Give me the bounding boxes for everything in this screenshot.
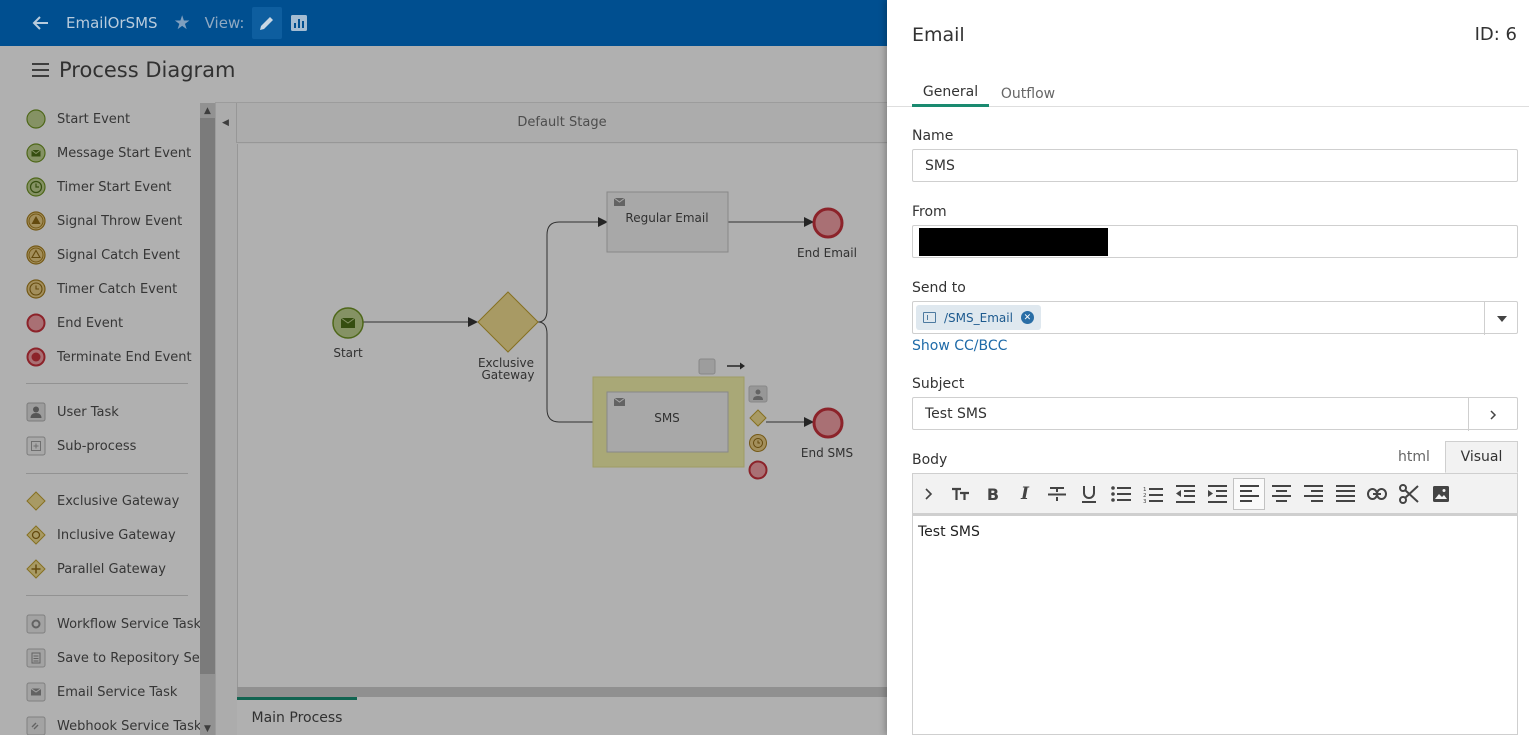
scissors-icon	[1399, 484, 1419, 504]
underline-button[interactable]	[1073, 478, 1105, 510]
cut-button[interactable]	[1393, 478, 1425, 510]
svg-text:3: 3	[1143, 499, 1147, 503]
send-to-label: Send to	[912, 280, 966, 296]
subject-label: Subject	[912, 376, 965, 392]
edit-view-button[interactable]	[252, 7, 283, 39]
tab-general[interactable]: General	[912, 80, 989, 107]
from-label: From	[912, 204, 947, 220]
bullet-list-button[interactable]	[1105, 478, 1137, 510]
link-button[interactable]	[1361, 478, 1393, 510]
align-right-button[interactable]	[1297, 478, 1329, 510]
indent-icon	[1208, 485, 1227, 503]
subject-field[interactable]: Test SMS	[912, 397, 1518, 430]
recipient-chip[interactable]: /SMS_Email ✕	[916, 305, 1041, 330]
modal-overlay[interactable]	[0, 46, 887, 735]
underline-icon	[1082, 486, 1096, 503]
tab-html[interactable]: html	[1385, 441, 1443, 473]
justify-icon	[1336, 485, 1355, 502]
align-center-button[interactable]	[1265, 478, 1297, 510]
rich-text-toolbar: B I 123	[912, 473, 1518, 514]
name-field[interactable]: SMS	[912, 149, 1518, 182]
insert-image-button[interactable]	[1425, 478, 1457, 510]
app-title: EmailOrSMS	[66, 14, 158, 32]
tab-visual[interactable]: Visual	[1445, 441, 1518, 473]
bold-icon: B	[986, 484, 1000, 504]
bullet-list-icon	[1111, 486, 1131, 502]
strikethrough-button[interactable]	[1041, 478, 1073, 510]
link-icon	[1367, 488, 1387, 500]
send-to-dropdown-button[interactable]	[1484, 302, 1518, 335]
align-center-icon	[1272, 485, 1291, 502]
body-label: Body	[912, 452, 948, 468]
remove-chip-icon[interactable]: ✕	[1020, 311, 1034, 324]
numbered-list-icon: 123	[1143, 487, 1163, 503]
back-arrow-icon[interactable]	[30, 12, 52, 34]
indent-button[interactable]	[1201, 478, 1233, 510]
element-id: ID: 6	[1474, 24, 1517, 45]
chevron-right-icon	[1490, 409, 1497, 420]
panel-title: Email	[912, 24, 965, 46]
favorite-star-icon[interactable]: ★	[174, 12, 191, 34]
caret-down-icon	[1496, 315, 1507, 322]
numbered-list-button[interactable]: 123	[1137, 478, 1169, 510]
align-left-icon	[1240, 485, 1259, 502]
properties-panel: Email ID: 6 General Outflow Name SMS Fro…	[887, 0, 1529, 735]
subject-expand-button[interactable]	[1468, 398, 1518, 431]
recipient-chip-label: /SMS_Email	[944, 310, 1013, 325]
name-label: Name	[912, 128, 954, 144]
expand-toolbar-button[interactable]	[913, 478, 945, 510]
view-label: View:	[204, 14, 245, 32]
outdent-button[interactable]	[1169, 478, 1201, 510]
body-editor[interactable]: Test SMS	[912, 514, 1518, 735]
show-cc-bcc-link[interactable]: Show CC/BCC	[912, 338, 1007, 354]
bar-chart-icon	[291, 15, 308, 31]
stats-view-button[interactable]	[284, 7, 314, 39]
font-size-icon	[952, 487, 969, 500]
variable-icon	[923, 312, 936, 323]
italic-icon: I	[1021, 484, 1029, 504]
align-right-icon	[1304, 485, 1323, 502]
justify-button[interactable]	[1329, 478, 1361, 510]
strikethrough-icon	[1048, 487, 1066, 501]
bold-button[interactable]: B	[977, 478, 1009, 510]
font-size-button[interactable]	[945, 478, 977, 510]
body-text: Test SMS	[918, 524, 980, 540]
redacted-from-value	[919, 228, 1108, 256]
image-icon	[1433, 486, 1449, 502]
pencil-icon	[260, 17, 274, 30]
tab-outflow[interactable]: Outflow	[995, 80, 1061, 107]
panel-tabs: General Outflow	[887, 80, 1529, 107]
outdent-icon	[1176, 485, 1195, 503]
align-left-button[interactable]	[1233, 478, 1265, 510]
italic-button[interactable]: I	[1009, 478, 1041, 510]
chevron-right-icon	[925, 488, 933, 500]
